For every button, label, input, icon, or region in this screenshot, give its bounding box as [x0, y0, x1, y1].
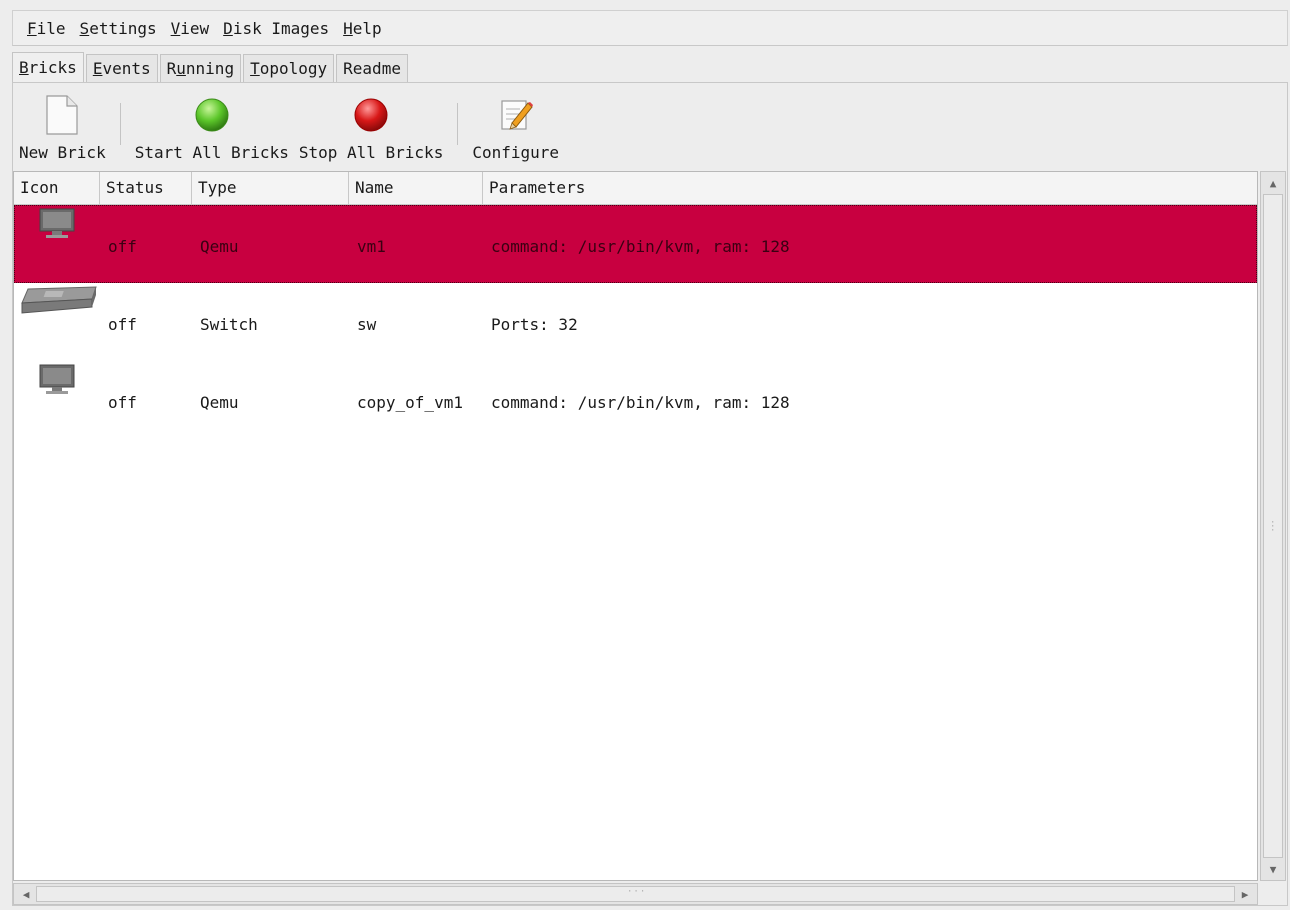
- tab-bar: Bricks Events Ru nning Topology Readme: [12, 52, 410, 82]
- monitor-icon: [39, 208, 75, 238]
- row-icon-cell: [14, 283, 100, 361]
- toolbar-separator: [119, 103, 121, 145]
- tab-readme[interactable]: Readme: [336, 54, 408, 82]
- toolbar: New Brick Start All Bricks Stop All Bric…: [13, 83, 1287, 169]
- grip-icon: ···: [627, 887, 647, 897]
- green-light-icon: [195, 98, 229, 132]
- new-brick-button[interactable]: New Brick: [13, 83, 112, 169]
- tab-topology[interactable]: Topology: [243, 54, 335, 82]
- configure-label: Configure: [472, 143, 560, 162]
- tab-running[interactable]: Ru nning: [159, 54, 242, 82]
- edit-pencil-icon: [501, 100, 533, 130]
- vertical-scroll-thumb[interactable]: · · ·: [1263, 194, 1283, 858]
- column-header-parameters[interactable]: Parameters: [483, 172, 1257, 204]
- column-header-icon[interactable]: Icon: [14, 172, 100, 204]
- scroll-down-icon[interactable]: ▼: [1263, 860, 1283, 878]
- table-row[interactable]: off Switch sw Ports: 32: [14, 283, 1257, 361]
- table-row[interactable]: off Qemu vm1 command: /usr/bin/kvm, ram:…: [14, 205, 1257, 283]
- row-icon-cell: [14, 205, 100, 283]
- row-icon-cell: [14, 361, 100, 439]
- row-type: Switch: [200, 315, 258, 334]
- row-parameters: Ports: 32: [491, 315, 578, 334]
- new-document-icon: [46, 95, 78, 135]
- configure-button[interactable]: Configure: [466, 83, 565, 169]
- horizontal-scrollbar[interactable]: ◀ ··· ▶: [13, 883, 1258, 905]
- tab-events[interactable]: Events: [85, 54, 158, 82]
- menu-file[interactable]: File: [27, 19, 66, 38]
- vertical-scrollbar[interactable]: ▲ · · · ▼: [1260, 171, 1286, 881]
- scroll-up-icon[interactable]: ▲: [1263, 174, 1283, 192]
- menubar: File Settings View Disk Images Help: [12, 10, 1288, 46]
- menu-help[interactable]: Help: [343, 19, 382, 38]
- row-parameters: command: /usr/bin/kvm, ram: 128: [491, 237, 790, 256]
- row-parameters: command: /usr/bin/kvm, ram: 128: [491, 393, 790, 412]
- new-brick-label: New Brick: [19, 143, 106, 162]
- row-name: sw: [357, 315, 377, 334]
- start-all-bricks-label: Start All Bricks: [134, 143, 289, 162]
- horizontal-scroll-thumb[interactable]: ···: [36, 886, 1235, 902]
- table-header: Icon Status Type Name Parameters: [14, 172, 1257, 205]
- row-status: off: [108, 393, 137, 412]
- row-name: copy_of_vm1: [357, 393, 463, 412]
- column-header-type[interactable]: Type: [192, 172, 349, 204]
- bricks-table: Icon Status Type Name Parameters off Qem…: [13, 171, 1258, 881]
- row-type: Qemu: [200, 237, 239, 256]
- start-all-bricks-button[interactable]: Start All Bricks: [129, 83, 295, 169]
- red-light-icon: [354, 98, 388, 132]
- switch-icon: [21, 286, 97, 314]
- row-status: off: [108, 237, 137, 256]
- row-name: vm1: [357, 237, 386, 256]
- table-row[interactable]: off Qemu copy_of_vm1 command: /usr/bin/k…: [14, 361, 1257, 439]
- row-status: off: [108, 315, 137, 334]
- stop-all-bricks-button[interactable]: Stop All Bricks: [295, 83, 450, 169]
- row-type: Qemu: [200, 393, 239, 412]
- bricks-panel: New Brick Start All Bricks Stop All Bric…: [12, 82, 1288, 906]
- menu-disk-images[interactable]: Disk Images: [223, 19, 329, 38]
- monitor-icon: [39, 364, 75, 394]
- column-header-status[interactable]: Status: [100, 172, 192, 204]
- grip-icon: ···: [1270, 518, 1277, 536]
- scroll-left-icon[interactable]: ◀: [16, 885, 36, 903]
- scroll-right-icon[interactable]: ▶: [1235, 885, 1255, 903]
- menu-settings[interactable]: Settings: [80, 19, 157, 38]
- tab-bricks[interactable]: Bricks: [12, 52, 84, 82]
- stop-all-bricks-label: Stop All Bricks: [298, 143, 444, 162]
- toolbar-separator: [457, 103, 459, 145]
- column-header-name[interactable]: Name: [349, 172, 483, 204]
- menu-view[interactable]: View: [171, 19, 210, 38]
